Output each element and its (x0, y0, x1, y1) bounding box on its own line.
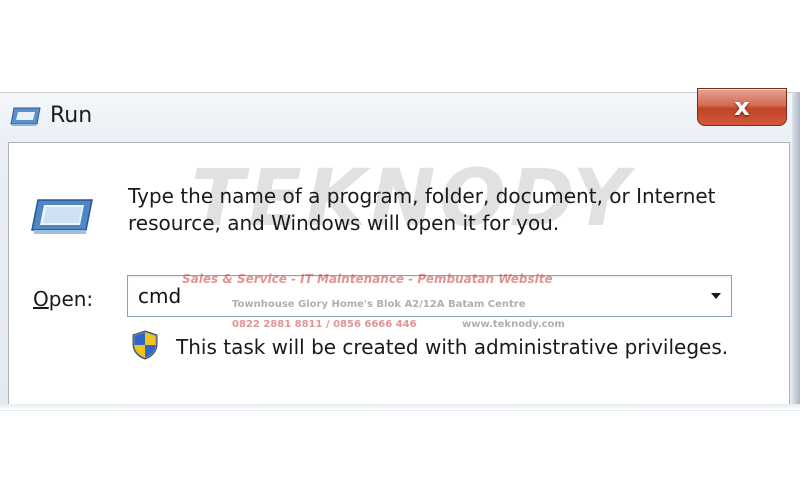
dialog-description: Type the name of a program, folder, docu… (128, 183, 748, 237)
title-bar[interactable] (0, 92, 800, 140)
watermark-website: www.teknody.com (462, 319, 565, 330)
run-program-icon (31, 199, 93, 234)
watermark-address: Townhouse Glory Home's Blok A2/12A Batam… (232, 299, 526, 310)
window-title: Run (50, 103, 93, 128)
uac-shield-icon (132, 330, 158, 360)
window-bottom-edge (0, 404, 800, 410)
watermark-tagline: Sales & Service - IT Maintenance - Pembu… (182, 272, 553, 286)
description-line-1: Type the name of a program, folder, docu… (128, 184, 716, 208)
open-label: Open: (33, 286, 93, 312)
admin-privileges-notice: This task will be created with administr… (176, 335, 729, 359)
open-label-text: pen: (48, 287, 94, 311)
open-input[interactable]: cmd (138, 284, 181, 308)
close-button[interactable]: x (697, 88, 787, 126)
open-label-mnemonic: O (33, 287, 49, 311)
chevron-down-icon (711, 293, 721, 299)
dropdown-arrow-button[interactable] (701, 276, 731, 316)
watermark-phones: 0822 2881 8811 / 0856 6666 446 (232, 319, 417, 330)
description-line-2: resource, and Windows will open it for y… (128, 211, 560, 235)
run-icon (10, 107, 41, 126)
close-icon: x (734, 93, 750, 121)
